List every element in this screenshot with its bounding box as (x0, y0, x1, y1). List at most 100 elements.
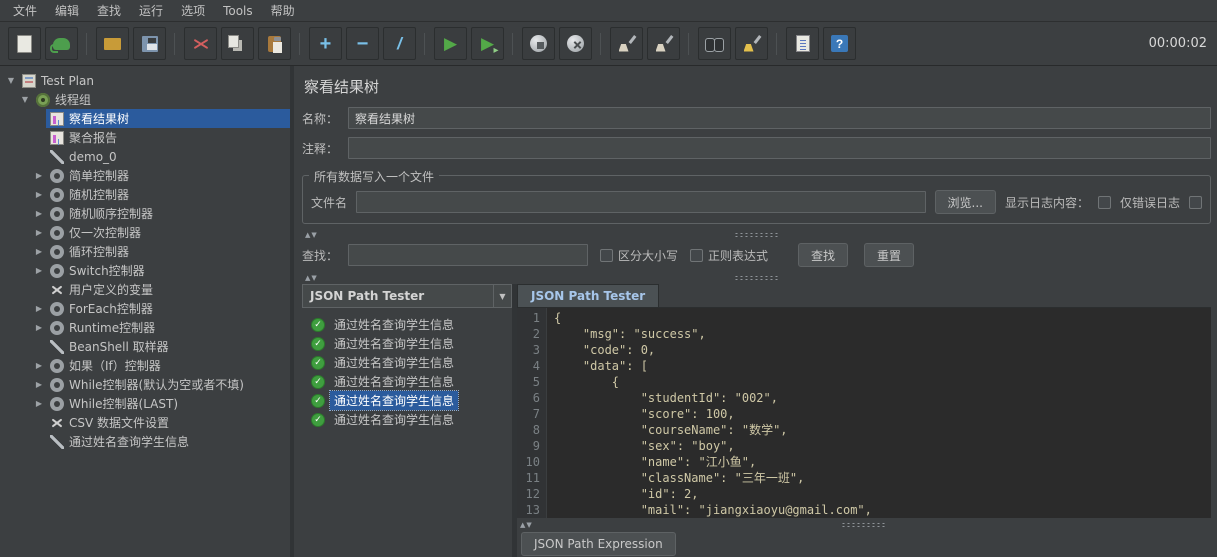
tree-node[interactable]: 通过姓名查询学生信息 (0, 432, 290, 451)
expand-toggle-icon[interactable]: ▶ (32, 171, 46, 180)
successes-only-checkbox[interactable] (1189, 195, 1202, 209)
line-number: 8 (532, 423, 540, 437)
clear-all-button[interactable] (647, 27, 680, 60)
expand-toggle-icon[interactable]: ▶ (32, 266, 46, 275)
comment-input[interactable] (348, 137, 1211, 159)
splitter-collapse-icon[interactable]: ▲▼ (520, 521, 533, 529)
start-button[interactable]: ▶ (434, 27, 467, 60)
tree-node[interactable]: ▶ 简单控制器 (0, 166, 290, 185)
expand-all-button[interactable]: + (309, 27, 342, 60)
menu-item-1[interactable]: 编辑 (46, 0, 88, 22)
result-item[interactable]: ✓ 通过姓名查询学生信息 (302, 410, 512, 429)
find-button[interactable]: 查找 (798, 243, 849, 267)
tree-node-label: Test Plan (41, 73, 94, 88)
expand-toggle-icon[interactable]: ▶ (32, 228, 46, 237)
tree-node[interactable]: ▶ 随机控制器 (0, 185, 290, 204)
tree-node[interactable]: ▶ Runtime控制器 (0, 318, 290, 337)
menu-item-6[interactable]: 帮助 (262, 0, 304, 22)
search-button[interactable] (698, 27, 731, 60)
expand-toggle-icon[interactable]: ▶ (32, 247, 46, 256)
tree-node[interactable]: 用户定义的变量 (0, 280, 290, 299)
toggle-button[interactable]: / (383, 27, 416, 60)
result-item-label: 通过姓名查询学生信息 (334, 375, 455, 389)
tree-node[interactable]: ▶ 如果（If）控制器 (0, 356, 290, 375)
tree-node[interactable]: BeanShell 取样器 (0, 337, 290, 356)
shutdown-button[interactable] (559, 27, 592, 60)
tree-node[interactable]: ▶ 随机顺序控制器 (0, 204, 290, 223)
errors-only-checkbox[interactable] (1097, 195, 1111, 209)
collapse-toggle-icon[interactable]: ▼ (18, 95, 32, 104)
case-sensitive-checkbox[interactable] (600, 248, 613, 262)
collapse-all-button[interactable]: − (346, 27, 379, 60)
open-button[interactable] (96, 27, 129, 60)
menu-item-5[interactable]: Tools (214, 1, 262, 21)
result-item[interactable]: ✓ 通过姓名查询学生信息 (302, 334, 512, 353)
shutdown-icon (567, 35, 584, 52)
tree-node[interactable]: demo_0 (0, 147, 290, 166)
tree-node[interactable]: CSV 数据文件设置 (0, 413, 290, 432)
tree-node[interactable]: ▶ 循环控制器 (0, 242, 290, 261)
menu-item-3[interactable]: 运行 (130, 0, 172, 22)
expand-toggle-icon[interactable]: ▶ (32, 209, 46, 218)
templates-button[interactable] (45, 27, 78, 60)
tree-node[interactable]: ▶ ForEach控制器 (0, 299, 290, 318)
tree-node[interactable]: ▼ 线程组 (0, 90, 290, 109)
reset-button[interactable]: 重置 (864, 243, 915, 267)
tree-node[interactable]: 聚合报告 (0, 128, 290, 147)
expand-toggle-icon[interactable]: ▶ (32, 190, 46, 199)
stop-button[interactable] (522, 27, 555, 60)
clear-button[interactable] (610, 27, 643, 60)
filename-input[interactable] (356, 191, 926, 213)
splitter-handle[interactable] (733, 275, 780, 281)
tab-json-path-tester[interactable]: JSON Path Tester (517, 284, 660, 307)
play-icon: ▶ (443, 34, 458, 53)
function-helper-button[interactable] (786, 27, 819, 60)
paste-button[interactable] (258, 27, 291, 60)
expand-toggle-icon[interactable]: ▶ (32, 361, 46, 370)
result-item[interactable]: ✓ 通过姓名查询学生信息 (302, 390, 512, 411)
splitter-collapse-icon[interactable]: ▲▼ (305, 231, 318, 239)
search-row: 查找： 区分大小写 正则表达式 查找 重置 (302, 243, 1211, 267)
help-icon: ? (831, 35, 848, 52)
cut-button[interactable] (184, 27, 217, 60)
start-no-pauses-button[interactable]: ▶ (471, 27, 504, 60)
search-input[interactable] (348, 244, 588, 266)
menu-item-4[interactable]: 选项 (172, 0, 214, 22)
copy-button[interactable] (221, 27, 254, 60)
search-reset-button[interactable] (735, 27, 768, 60)
splitter-handle[interactable] (841, 522, 887, 528)
tree-node[interactable]: ▶ While控制器(默认为空或者不填) (0, 375, 290, 394)
splitter-collapse-icon[interactable]: ▲▼ (305, 274, 318, 282)
menu-item-0[interactable]: 文件 (4, 0, 46, 22)
tree-node-cell: 通过姓名查询学生信息 (46, 432, 290, 451)
tree-node[interactable]: ▶ 仅一次控制器 (0, 223, 290, 242)
new-plan-button[interactable] (8, 27, 41, 60)
tree-node[interactable]: ▶ Switch控制器 (0, 261, 290, 280)
tree-node-cell: While控制器(默认为空或者不填) (46, 375, 290, 394)
tree-node[interactable]: 察看结果树 (0, 109, 290, 128)
expand-toggle-icon[interactable]: ▶ (32, 399, 46, 408)
success-shield-icon: ✓ (311, 317, 325, 332)
result-item[interactable]: ✓ 通过姓名查询学生信息 (302, 372, 512, 391)
tree-node[interactable]: ▶ While控制器(LAST) (0, 394, 290, 413)
config-icon (50, 283, 64, 297)
help-button[interactable]: ? (823, 27, 856, 60)
regex-checkbox[interactable] (690, 248, 704, 262)
splitter-handle[interactable] (733, 232, 780, 238)
line-number: 12 (525, 487, 540, 501)
result-item[interactable]: ✓ 通过姓名查询学生信息 (302, 353, 512, 372)
toolbar: + − / ▶ ▶? 00:00:02 (0, 22, 1217, 66)
result-item[interactable]: ✓ 通过姓名查询学生信息 (302, 315, 512, 334)
tree-node[interactable]: ▼ Test Plan (0, 71, 290, 90)
save-button[interactable] (133, 27, 166, 60)
expand-toggle-icon[interactable]: ▶ (32, 380, 46, 389)
browse-button[interactable]: 浏览... (934, 190, 996, 214)
collapse-toggle-icon[interactable]: ▼ (4, 76, 18, 85)
minus-icon: − (356, 32, 369, 55)
response-editor[interactable]: 1 2 3 4 5 6 7 8 9 10 11 12 13 { "msg": "success", "c… (517, 308, 1211, 518)
menu-item-2[interactable]: 查找 (88, 0, 130, 22)
expand-toggle-icon[interactable]: ▶ (32, 304, 46, 313)
expand-toggle-icon[interactable]: ▶ (32, 323, 46, 332)
renderer-dropdown[interactable]: JSON Path Tester ▼ (302, 284, 512, 308)
name-input[interactable] (348, 107, 1211, 129)
